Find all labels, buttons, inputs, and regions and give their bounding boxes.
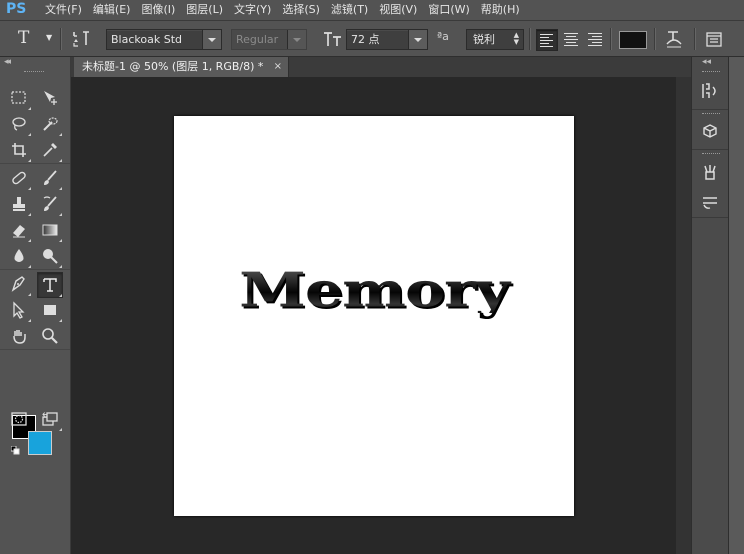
- brush-presets-panel-icon[interactable]: [698, 189, 722, 213]
- pen-tool-button[interactable]: [7, 272, 31, 296]
- tool-row: [0, 323, 70, 350]
- panel-grip[interactable]: [702, 71, 720, 74]
- chevron-down-icon: [408, 30, 427, 49]
- chevron-down-icon: [202, 30, 221, 49]
- document-tab[interactable]: 未标题-1 @ 50% (图层 1, RGB/8) * ×: [74, 57, 289, 77]
- panel-icon-strip: ◂◂: [692, 57, 729, 554]
- align-center-button[interactable]: [561, 29, 581, 49]
- align-left-button[interactable]: [536, 29, 558, 51]
- align-right-button[interactable]: [585, 29, 605, 49]
- character-panel-icon[interactable]: [705, 30, 723, 48]
- path-selection-tool-button[interactable]: [7, 298, 31, 322]
- menu-file[interactable]: 文件(F): [40, 0, 87, 20]
- 3d-panel-icon[interactable]: [698, 119, 722, 143]
- toolbox: ◂◂ ⇆: [0, 57, 71, 554]
- antialias-dropdown[interactable]: 锐利 ▲ ▼: [466, 29, 524, 50]
- tool-presets-panel-icon[interactable]: [698, 161, 722, 185]
- healing-brush-tool-button[interactable]: [7, 166, 31, 190]
- eraser-tool-button[interactable]: [7, 218, 31, 242]
- right-panel-dock: ◂◂: [691, 57, 744, 554]
- warp-text-icon[interactable]: [664, 28, 684, 50]
- panel-grip[interactable]: [702, 153, 720, 156]
- move-tool-button[interactable]: [38, 86, 62, 110]
- history-panel-icon[interactable]: [698, 79, 722, 103]
- tool-row: [0, 217, 70, 243]
- font-size-dropdown[interactable]: 72 点: [346, 29, 428, 50]
- quick-selection-tool-button[interactable]: [38, 112, 62, 136]
- collapsed-panel-area: [729, 57, 744, 554]
- antialias-icon: ªa: [437, 30, 449, 43]
- font-family-value: Blackoak Std: [111, 33, 182, 46]
- marquee-tool-button[interactable]: [7, 86, 31, 110]
- eyedropper-tool-button[interactable]: [38, 138, 62, 162]
- menu-window[interactable]: 窗口(W): [423, 0, 474, 20]
- rectangle-tool-button[interactable]: [38, 298, 62, 322]
- canvas[interactable]: Memory Memory: [174, 116, 574, 516]
- menu-items: 文件(F) 编辑(E) 图像(I) 图层(L) 文字(Y) 选择(S) 滤镜(T…: [40, 0, 526, 20]
- font-family-dropdown[interactable]: Blackoak Std: [106, 29, 222, 50]
- tool-row: [0, 165, 70, 191]
- hand-tool-button[interactable]: [7, 324, 31, 348]
- tool-row: [0, 85, 70, 111]
- menu-type[interactable]: 文字(Y): [229, 0, 276, 20]
- separator: [60, 28, 62, 50]
- tool-preset-picker[interactable]: T ▼: [18, 27, 52, 49]
- tool-row: [0, 137, 70, 164]
- app-logo: PS: [6, 1, 27, 17]
- chevron-down-icon: ▼: [46, 33, 53, 42]
- antialias-value: 锐利: [473, 33, 495, 46]
- text-color-swatch[interactable]: [619, 31, 647, 49]
- close-icon[interactable]: ×: [274, 57, 282, 77]
- background-color-swatch[interactable]: [28, 431, 52, 455]
- brush-tool-button[interactable]: [38, 166, 62, 190]
- tool-row: [0, 271, 70, 298]
- font-style-value: Regular: [236, 33, 279, 46]
- menu-help[interactable]: 帮助(H): [476, 0, 525, 20]
- font-size-icon: [321, 27, 345, 51]
- font-size-value: 72 点: [351, 33, 380, 46]
- type-tool-button[interactable]: [37, 272, 63, 298]
- menu-filter[interactable]: 滤镜(T): [326, 0, 373, 20]
- tool-row: [0, 297, 70, 323]
- separator: [654, 28, 656, 50]
- quick-mask-button[interactable]: [7, 407, 31, 431]
- vertical-scrollbar[interactable]: [676, 77, 691, 554]
- zoom-tool-button[interactable]: [38, 324, 62, 348]
- separator: [610, 28, 612, 50]
- clone-stamp-tool-button[interactable]: [7, 192, 31, 216]
- collapse-arrows-icon[interactable]: ◂◂: [702, 57, 711, 67]
- dodge-tool-button[interactable]: [38, 244, 62, 268]
- separator: [529, 28, 531, 50]
- options-bar: T ▼ Blackoak Std Regular 72 点 ªa 锐利 ▲ ▼: [0, 21, 744, 57]
- default-colors-icon[interactable]: [10, 445, 20, 455]
- chevron-down-icon: [287, 30, 306, 49]
- panel-grip[interactable]: [24, 71, 44, 75]
- tool-row: [0, 191, 70, 217]
- menu-edit[interactable]: 编辑(E): [88, 0, 136, 20]
- tool-row: [0, 111, 70, 137]
- history-brush-tool-button[interactable]: [38, 192, 62, 216]
- toggle-orientation-icon[interactable]: [70, 28, 92, 50]
- menu-select[interactable]: 选择(S): [277, 0, 325, 20]
- menu-image[interactable]: 图像(I): [136, 0, 180, 20]
- gradient-tool-button[interactable]: [38, 218, 62, 242]
- type-tool-icon: T: [18, 28, 30, 48]
- crop-tool-button[interactable]: [7, 138, 31, 162]
- canvas-text-layer[interactable]: Memory: [166, 266, 582, 314]
- lasso-tool-button[interactable]: [7, 112, 31, 136]
- font-style-dropdown[interactable]: Regular: [231, 29, 307, 50]
- collapse-arrows-icon[interactable]: ◂◂: [4, 57, 11, 67]
- panel-grip[interactable]: [702, 113, 720, 116]
- tool-row: [0, 243, 70, 270]
- screen-mode-button[interactable]: [38, 407, 62, 431]
- menu-view[interactable]: 视图(V): [374, 0, 422, 20]
- menu-layer[interactable]: 图层(L): [181, 0, 228, 20]
- updown-arrows-icon: ▲ ▼: [513, 31, 519, 46]
- menu-bar: PS 文件(F) 编辑(E) 图像(I) 图层(L) 文字(Y) 选择(S) 滤…: [0, 0, 744, 21]
- separator: [694, 28, 696, 50]
- blur-tool-button[interactable]: [7, 244, 31, 268]
- document-tab-title: 未标题-1 @ 50% (图层 1, RGB/8) *: [82, 60, 264, 73]
